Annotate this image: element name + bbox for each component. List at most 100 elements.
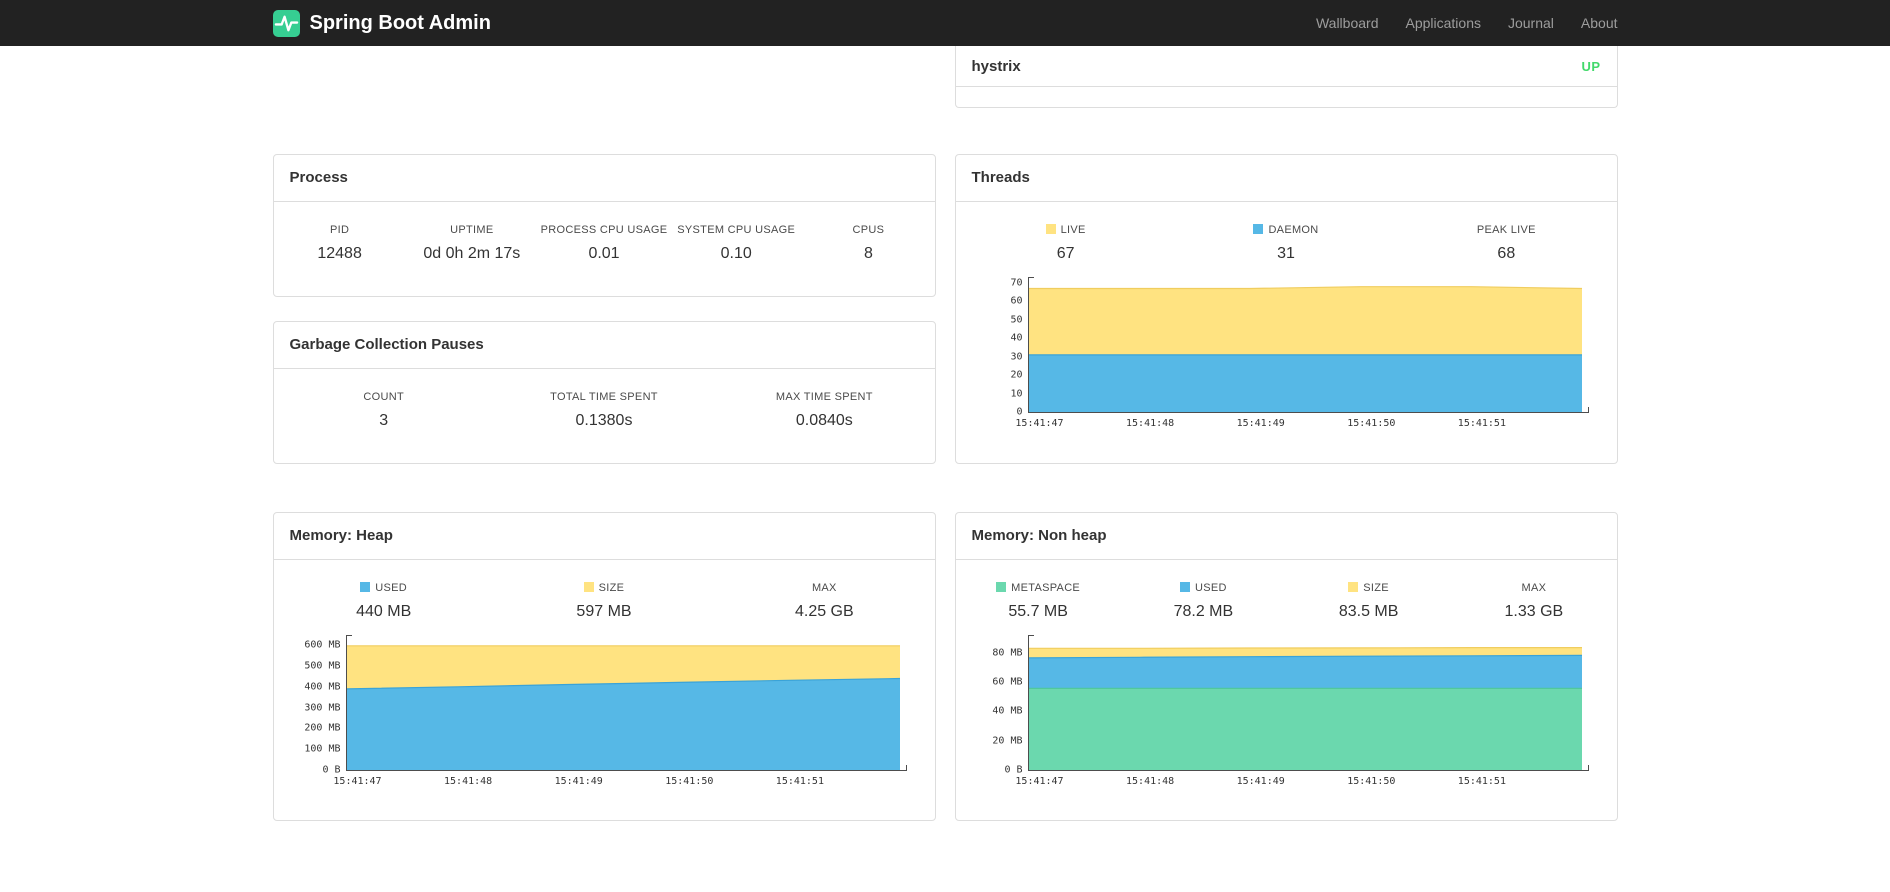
legend-label: SIZE <box>494 582 714 594</box>
memory-heap-panel-title: Memory: Heap <box>273 513 935 560</box>
nav-item[interactable]: Wallboard <box>1316 15 1379 31</box>
legend-item: LIVE 67 <box>956 224 1176 263</box>
y-tick-label: 200 MB <box>304 722 341 734</box>
threads-legend: LIVE 67 DAEMON 31 PEAK LIVE 68 <box>956 224 1617 263</box>
stat-item: PROCESS CPU USAGE 0.01 <box>538 224 670 263</box>
y-tick-label: 300 MB <box>304 702 341 714</box>
stat-label: CPUS <box>852 224 885 236</box>
memory-nonheap-x-axis: 15:41:47 15:41:48 15:41:49 15:41:50 15:41:51 <box>1015 771 1582 789</box>
legend-label: MAX <box>1521 582 1547 594</box>
application-status-badge: UP <box>1581 59 1601 74</box>
legend-value: 4.25 GB <box>794 603 854 620</box>
y-tick-label: 70 <box>1010 277 1023 289</box>
stat-item: TOTAL TIME SPENT 0.1380s <box>494 391 714 430</box>
threads-chart: 0 10 20 30 40 50 60 70 15:41:47 15:41:48 15:41:49… <box>1010 277 1589 431</box>
brand-link[interactable]: Spring Boot Admin <box>272 9 491 37</box>
stat-label: MAX TIME SPENT <box>775 391 873 403</box>
y-tick-label: 60 <box>1010 295 1023 307</box>
legend-value: 67 <box>1056 245 1075 262</box>
legend-color-swatch <box>360 582 371 592</box>
memory-nonheap-panel: Memory: Non heap METASPACE 55.7 MB USED … <box>954 512 1618 821</box>
legend-label: MAX <box>811 582 837 594</box>
application-status-panel: hystrix UP <box>954 46 1618 108</box>
x-tick-label: 15:41:47 <box>1015 776 1064 787</box>
legend-value: 55.7 MB <box>1008 603 1068 620</box>
x-tick-label: 15:41:49 <box>1236 418 1285 429</box>
nav-items: Wallboard Applications Journal About <box>1316 15 1618 31</box>
stat-item: UPTIME 0d 0h 2m 17s <box>406 224 538 263</box>
memory-heap-x-axis: 15:41:47 15:41:48 15:41:49 15:41:50 15:41:51 <box>333 771 900 789</box>
legend-color-swatch <box>1179 582 1190 592</box>
y-tick-label: 20 <box>1010 369 1023 381</box>
gc-panel-title: Garbage Collection Pauses <box>273 322 935 369</box>
y-tick-label: 80 MB <box>992 647 1023 659</box>
stat-value: 0.10 <box>720 245 752 262</box>
stat-value: 0.0840s <box>795 412 853 429</box>
x-tick-label: 15:41:48 <box>1126 776 1175 787</box>
y-tick-label: 50 <box>1010 314 1023 326</box>
legend-value: 31 <box>1277 245 1295 262</box>
threads-plot: 0 10 20 30 40 50 60 70 <box>1010 277 1589 418</box>
memory-nonheap-plot: 0 B 20 MB 40 MB 60 MB 80 MB <box>992 635 1589 776</box>
legend-label: PEAK LIVE <box>1476 224 1536 236</box>
legend-label: SIZE <box>1286 582 1451 594</box>
x-tick-label: 15:41:50 <box>1347 776 1396 787</box>
y-tick-label: 0 <box>1016 406 1023 418</box>
y-tick-label: 10 <box>1010 388 1023 400</box>
legend-item: USED 440 MB <box>274 582 494 621</box>
y-tick-label: 20 MB <box>992 735 1023 747</box>
nav-item[interactable]: Journal <box>1508 15 1554 31</box>
pulse-icon <box>272 9 300 37</box>
x-tick-label: 15:41:51 <box>1457 776 1506 787</box>
process-stats: PID 12488 UPTIME 0d 0h 2m 17s PROCESS CP… <box>274 224 935 263</box>
legend-item: SIZE 597 MB <box>494 582 714 621</box>
stat-label: SYSTEM CPU USAGE <box>677 224 796 236</box>
legend-color-swatch <box>1045 224 1056 234</box>
brand-title: Spring Boot Admin <box>309 11 491 34</box>
application-name: hystrix <box>971 58 1021 75</box>
memory-nonheap-panel-title: Memory: Non heap <box>955 513 1617 560</box>
x-tick-label: 15:41:47 <box>333 776 382 787</box>
memory-heap-plot: 0 B 100 MB 200 MB 300 MB 400 MB 500 MB 600 MB <box>304 635 907 776</box>
legend-value: 597 MB <box>576 603 632 620</box>
nav-item[interactable]: Applications <box>1405 15 1481 31</box>
threads-panel-title: Threads <box>955 155 1617 202</box>
application-row[interactable]: hystrix UP <box>955 46 1617 87</box>
stat-label: COUNT <box>363 391 404 403</box>
legend-color-swatch <box>1253 224 1264 234</box>
legend-label: USED <box>274 582 494 594</box>
stat-value: 3 <box>379 412 389 429</box>
stat-item: MAX TIME SPENT 0.0840s <box>714 391 934 430</box>
stat-item: SYSTEM CPU USAGE 0.10 <box>670 224 802 263</box>
stat-value: 0.01 <box>588 245 620 262</box>
y-tick-label: 400 MB <box>304 681 341 693</box>
legend-color-swatch <box>1348 582 1359 592</box>
legend-label: USED <box>1121 582 1286 594</box>
y-tick-label: 0 B <box>322 764 341 776</box>
legend-value: 440 MB <box>356 603 412 620</box>
y-tick-label: 600 MB <box>304 639 341 651</box>
x-tick-label: 15:41:51 <box>775 776 824 787</box>
legend-label: METASPACE <box>956 582 1121 594</box>
memory-nonheap-legend: METASPACE 55.7 MB USED 78.2 MB SIZE 83.5… <box>956 582 1617 621</box>
x-tick-label: 15:41:47 <box>1015 418 1064 429</box>
legend-value: 68 <box>1497 245 1516 262</box>
legend-value: 83.5 MB <box>1338 603 1399 620</box>
x-tick-label: 15:41:51 <box>1457 418 1506 429</box>
x-tick-label: 15:41:50 <box>1347 418 1396 429</box>
memory-heap-chart: 0 B 100 MB 200 MB 300 MB 400 MB 500 MB 600 MB … <box>304 635 907 789</box>
nav-item[interactable]: About <box>1581 15 1618 31</box>
legend-value: 78.2 MB <box>1173 603 1234 620</box>
stat-item: CPUS 8 <box>802 224 934 263</box>
legend-label: DAEMON <box>1176 224 1396 236</box>
gc-panel: Garbage Collection Pauses COUNT 3 TOTAL … <box>272 321 936 464</box>
memory-heap-panel: Memory: Heap USED 440 MB SIZE 597 MB MAX… <box>272 512 936 821</box>
stat-label: PROCESS CPU USAGE <box>540 224 668 236</box>
x-tick-label: 15:41:48 <box>1126 418 1175 429</box>
legend-item: PEAK LIVE 68 <box>1396 224 1616 263</box>
y-tick-label: 30 <box>1010 351 1023 363</box>
x-tick-label: 15:41:49 <box>1236 776 1285 787</box>
memory-nonheap-chart: 0 B 20 MB 40 MB 60 MB 80 MB 15:41:47 15:41:48… <box>992 635 1589 789</box>
y-tick-label: 0 B <box>1004 764 1023 776</box>
process-panel-title: Process <box>273 155 935 202</box>
